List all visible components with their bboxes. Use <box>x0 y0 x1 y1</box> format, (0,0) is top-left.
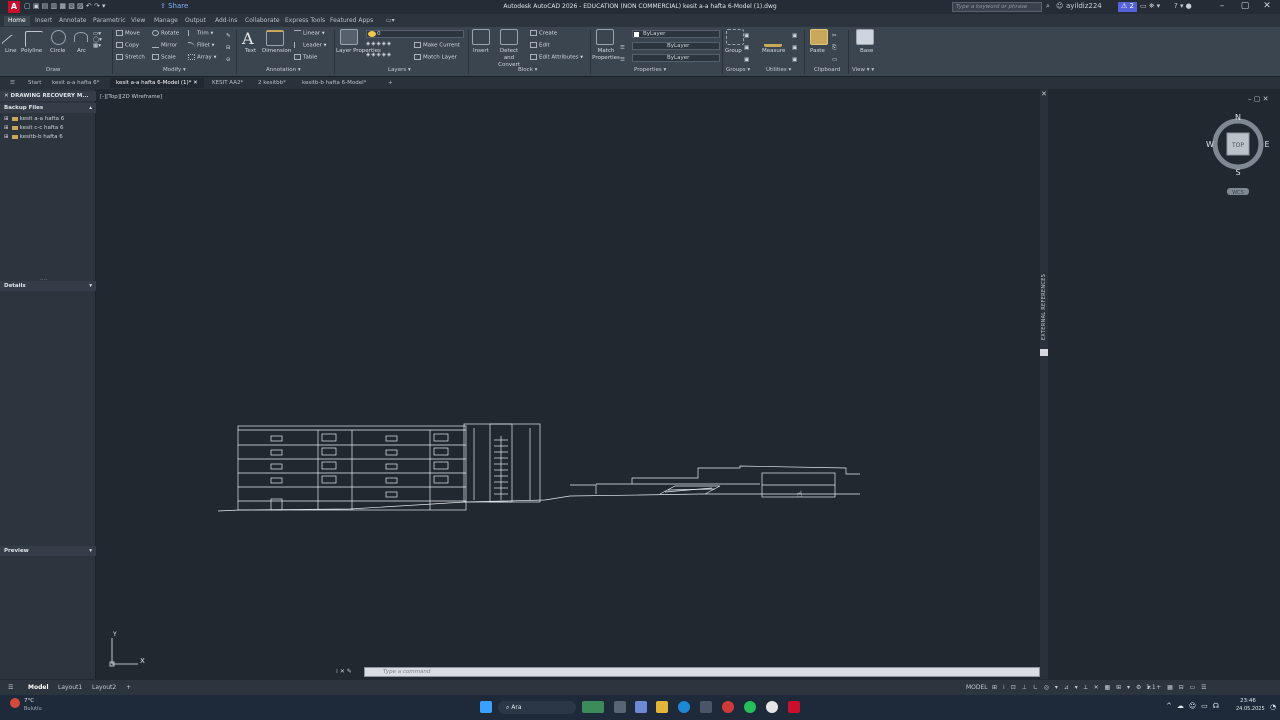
status-bar: ☰ Model Layout1 Layout2 + MODEL ⊞ ⁞ ⊡ ⊥ … <box>0 680 1280 695</box>
opera-icon[interactable] <box>722 701 734 713</box>
close-icon[interactable]: ✕ <box>1041 90 1047 98</box>
whatsapp-icon[interactable] <box>744 701 756 713</box>
viewcube-top-label: TOP <box>1231 142 1244 149</box>
layout2-tab[interactable]: Layout2 <box>88 683 120 693</box>
compass-west[interactable]: W <box>1206 140 1214 149</box>
annotation-scale[interactable]: 1:1 <box>1142 683 1160 693</box>
ramp-line <box>667 488 716 491</box>
clock-date[interactable]: 24.05.2025 <box>1236 706 1265 712</box>
notification-icon[interactable]: ◔ <box>1270 703 1276 711</box>
hand-cursor-icon: ☝ <box>797 490 802 500</box>
file-explorer-icon[interactable] <box>656 701 668 713</box>
chrome-icon[interactable] <box>766 701 778 713</box>
wcs-label: WCS <box>1232 190 1244 196</box>
viewcube[interactable]: TOP N S E W WCS <box>1203 108 1273 200</box>
widget-icon[interactable] <box>582 701 604 713</box>
layout1-tab[interactable]: Layout1 <box>54 683 86 693</box>
compass-east[interactable]: E <box>1264 140 1269 149</box>
windows <box>270 433 449 511</box>
start-icon[interactable] <box>480 701 492 713</box>
status-menu-icon[interactable]: ☰ <box>4 683 17 693</box>
ucs-y-label: Y <box>112 631 117 638</box>
external-references-strip[interactable]: ✕ EXTERNAL REFERENCES <box>1040 89 1048 679</box>
drawing-svg: ☝ Y X <box>109 423 860 667</box>
command-input[interactable]: Type a command <box>364 667 1040 677</box>
system-tray-icons[interactable]: ^☁☺▭☊ <box>1166 702 1224 710</box>
panel-icon[interactable] <box>1040 349 1048 356</box>
windows-taskbar: 7°C Bulutlu ⌕ Ara ^☁☺▭☊ 23:46 24.05.2025… <box>0 695 1280 720</box>
task-view-icon[interactable] <box>614 701 626 713</box>
model-tab[interactable]: Model <box>24 683 53 693</box>
compass-north[interactable]: N <box>1235 113 1241 122</box>
weather-temp[interactable]: 7°C <box>24 698 34 704</box>
taskbar-search-label: Ara <box>511 704 522 711</box>
ground-line <box>217 493 860 512</box>
building-section-drawing <box>217 423 860 512</box>
wing-roof <box>596 465 860 485</box>
wing-step <box>570 484 597 494</box>
stair-steps <box>494 436 508 500</box>
taskbar-search[interactable]: ⌕ Ara <box>498 701 576 714</box>
autocad-taskbar-icon[interactable] <box>788 701 800 713</box>
viewport-window-controls[interactable]: – ▢ ✕ <box>1248 95 1268 103</box>
clock-time[interactable]: 23:46 <box>1240 698 1256 704</box>
status-toggles[interactable]: ⊞ ⁞ ⊡ ⊥ ∟ ◎ ▾ ⊿ ▾ ⟂ ✕ ▦ ⊞ ▾ ⚙ ▾ + ▦ ⊟ ▭ … <box>988 683 1213 693</box>
weather-desc[interactable]: Bulutlu <box>24 706 42 712</box>
store-icon[interactable] <box>700 701 712 713</box>
compass-south[interactable]: S <box>1235 168 1240 177</box>
weather-icon[interactable] <box>10 698 20 708</box>
edge-icon[interactable] <box>678 701 690 713</box>
ucs-icon <box>109 638 138 667</box>
command-line-controls[interactable]: ⁞ ✕ ✎ <box>336 668 352 675</box>
stair-tower <box>463 423 541 503</box>
ucs-x-label: X <box>140 657 145 665</box>
add-layout-button[interactable]: + <box>122 683 135 693</box>
copilot-icon[interactable] <box>635 701 647 713</box>
